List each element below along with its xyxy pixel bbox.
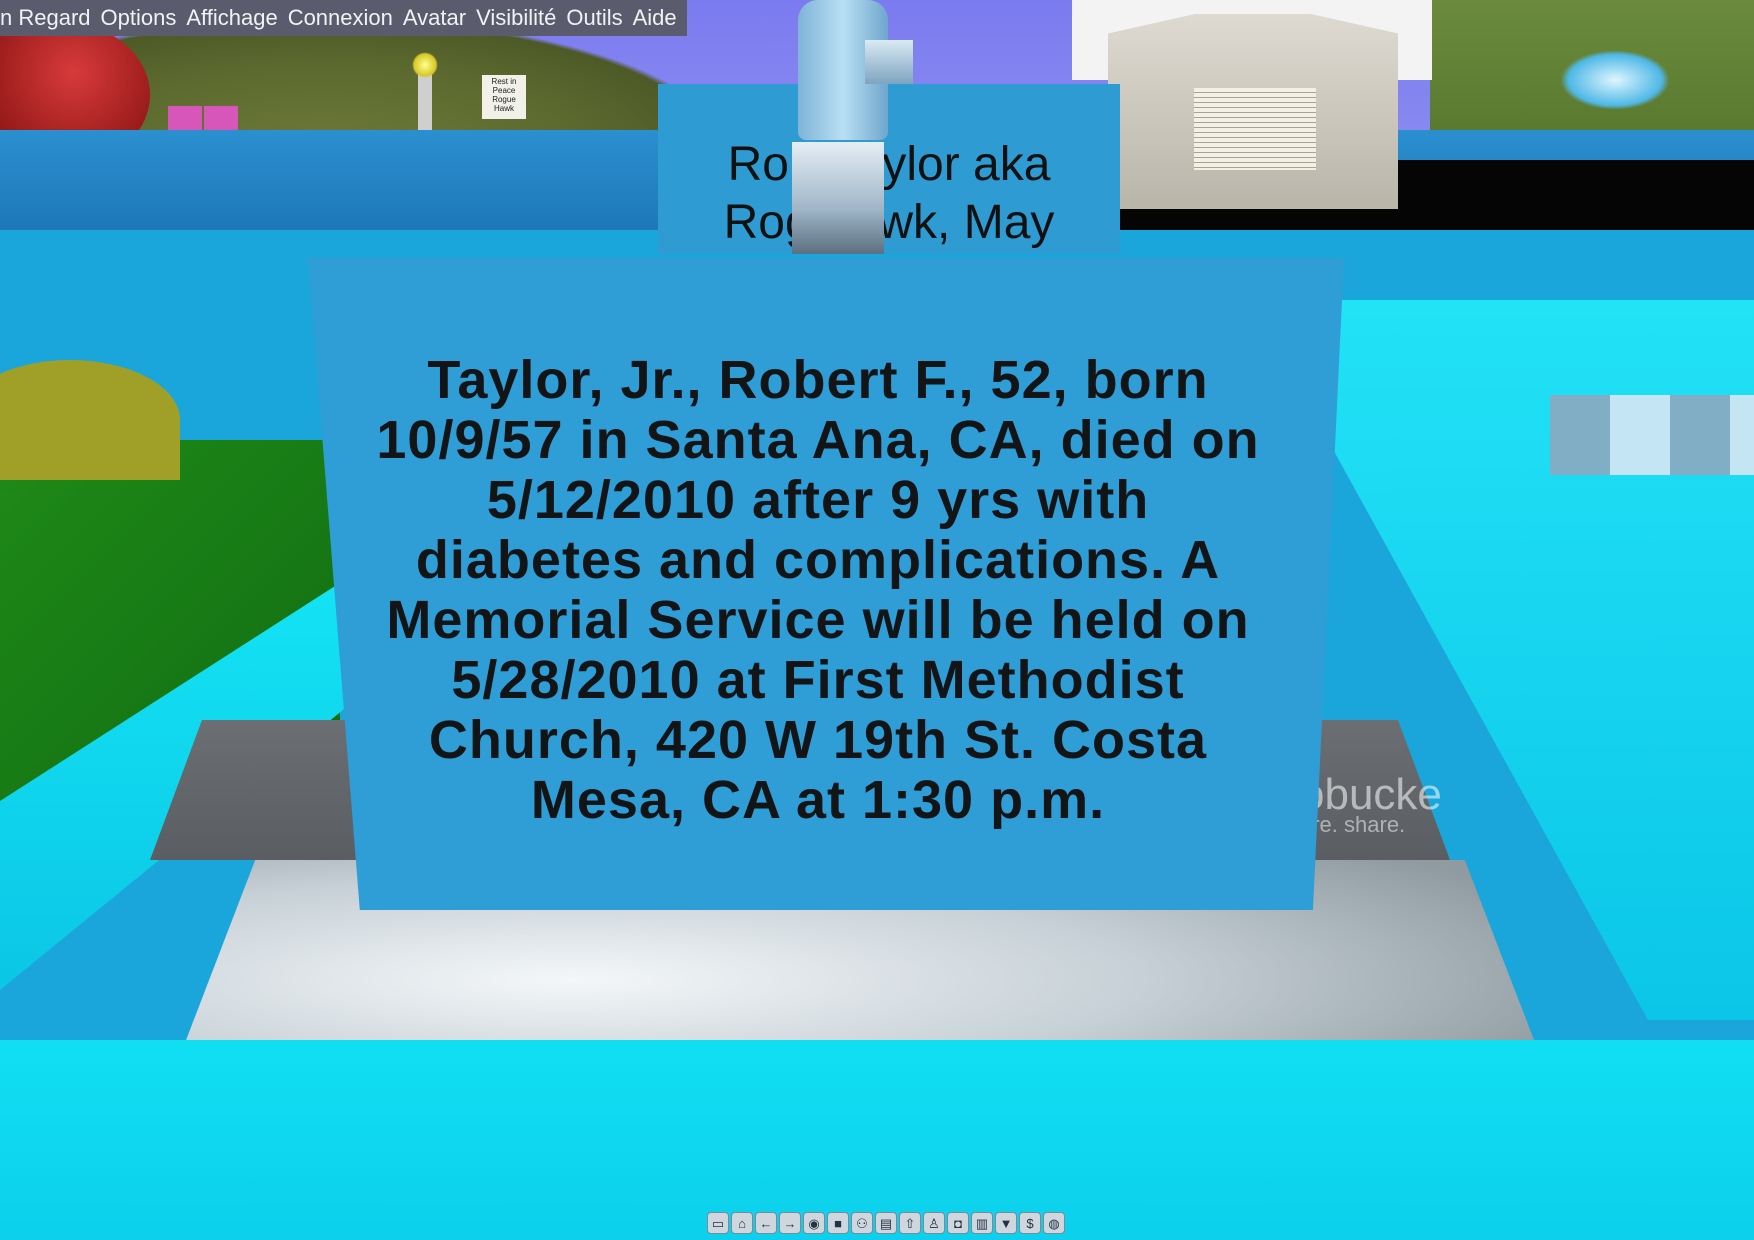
fountain [1560,50,1670,110]
back-icon[interactable]: ← [755,1212,777,1234]
obituary-line: 10/9/57 in Santa Ana, CA, died on [376,410,1260,470]
obituary-line: Mesa, CA at 1:30 p.m. [530,770,1106,830]
obituary-line: diabetes and complications. A [415,530,1221,590]
menu-item-0[interactable]: n Regard [0,5,91,31]
camera-icon[interactable]: ■ [827,1212,849,1234]
memorial-title-text: Robe aylor aka Rogu awk, May [658,136,1120,252]
small-cube [865,40,913,84]
rip-sign-line: Peace [492,86,516,95]
obituary-line: 5/12/2010 after 9 yrs with [486,470,1150,530]
menu-item-6[interactable]: Outils [566,5,622,31]
obituary-text: Taylor, Jr., Robert F., 52, born 10/9/57 … [348,350,1288,830]
steps [1550,395,1754,475]
3d-viewport[interactable]: Rest in Peace Rogue Hawk obucke ore. share.… [0,0,1754,1240]
memorial-title-line: Rogu awk, May [723,196,1055,249]
menu-item-7[interactable]: Aide [633,5,677,31]
money-icon[interactable]: $ [1019,1212,1041,1234]
memorial-title-line: Robe aylor aka [727,138,1051,191]
menu-item-3[interactable]: Connexion [288,5,393,31]
obituary-line: Memorial Service will be held on [386,590,1250,650]
globe-icon[interactable]: ◍ [1043,1212,1065,1234]
menu-item-2[interactable]: Affichage [186,5,277,31]
lamp-light [412,52,438,78]
notice-board[interactable] [1194,88,1316,170]
eye-icon[interactable]: ◉ [803,1212,825,1234]
map-icon[interactable]: ▥ [971,1212,993,1234]
up-icon[interactable]: ⇧ [899,1212,921,1234]
chat-icon[interactable]: ▤ [875,1212,897,1234]
menu-item-1[interactable]: Options [101,5,177,31]
forward-icon[interactable]: → [779,1212,801,1234]
bottom-toolbar: ▭ ⌂ ← → ◉ ■ ⚇ ▤ ⇧ ♙ ◘ ▥ ▼ $ ◍ [707,1212,1065,1236]
rip-sign-line: Rogue [492,95,516,104]
rip-sign-line: Hawk [493,104,514,113]
menu-item-5[interactable]: Visibilité [476,5,556,31]
folder-icon[interactable]: ▭ [707,1212,729,1234]
obituary-line: Church, 420 W 19th St. Costa [428,710,1208,770]
obituary-sign[interactable]: Taylor, Jr., Robert F., 52, born 10/9/57 … [308,258,1344,910]
menu-item-4[interactable]: Avatar [403,5,466,31]
walk-icon[interactable]: ♙ [923,1212,945,1234]
home-icon[interactable]: ⌂ [731,1212,753,1234]
cyan-front-edge [0,1040,1754,1240]
shirt-icon[interactable]: ▼ [995,1212,1017,1234]
people-icon[interactable]: ⚇ [851,1212,873,1234]
photo-cube[interactable] [792,142,884,254]
menu-bar: n Regard Options Affichage Connexion Avatar V… [0,0,687,36]
rip-sign-line: Rest in [491,77,517,86]
obituary-line: Taylor, Jr., Robert F., 52, born [427,350,1209,410]
snapshot-icon[interactable]: ◘ [947,1212,969,1234]
rest-in-peace-sign[interactable]: Rest in Peace Rogue Hawk [482,75,526,119]
memorial-title-sign[interactable]: Robe aylor aka Rogu awk, May [658,84,1120,254]
obituary-line: 5/28/2010 at First Methodist [451,650,1185,710]
